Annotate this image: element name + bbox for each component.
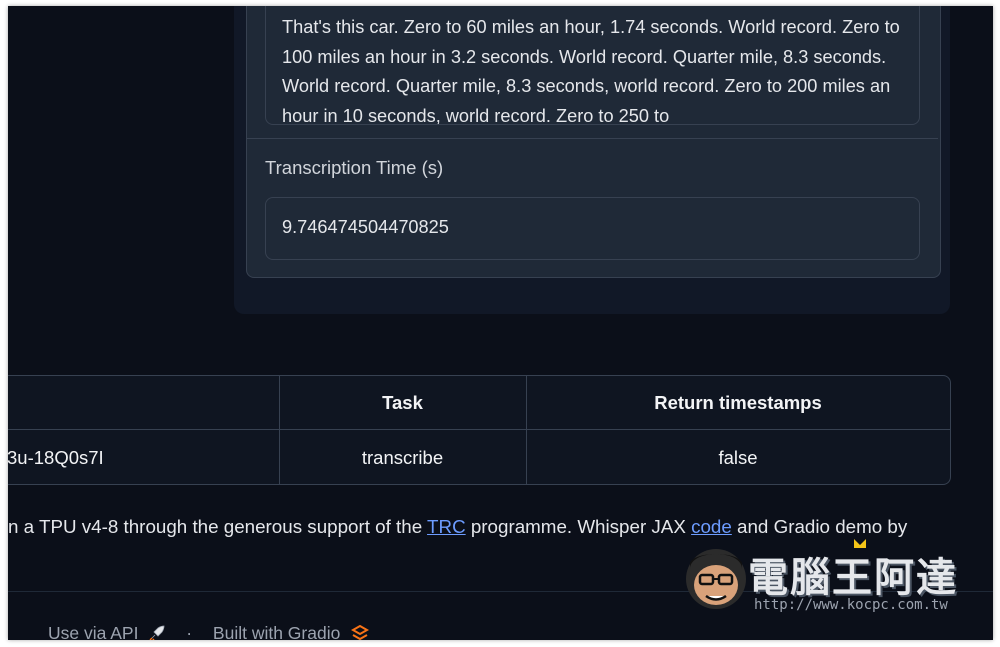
transcription-textbox[interactable]: That's this car. Zero to 60 miles an hou… (265, 6, 920, 125)
footer-text-middle: programme. Whisper JAX (465, 516, 692, 537)
examples-table: Task Return timestamps 3u-18Q0s7I transc… (8, 375, 951, 485)
watermark-title: 電腦王阿達 (748, 555, 958, 601)
output-divider (247, 138, 938, 139)
footer-text-start: n a TPU v4-8 through the generous suppor… (8, 516, 428, 537)
transcription-time-label: Transcription Time (s) (265, 157, 444, 178)
built-with-gradio-label: Built with Gradio (212, 623, 341, 640)
transcription-time-value: 9.746474504470825 (282, 217, 449, 237)
header-divider (8, 429, 950, 430)
cell-return-timestamps[interactable]: false (526, 447, 950, 469)
use-via-api-link[interactable]: Use via API (48, 623, 170, 640)
header-task: Task (382, 392, 423, 413)
transcription-time-field[interactable]: 9.746474504470825 (265, 197, 920, 260)
watermark-url: http://www.kocpc.com.tw (754, 597, 948, 613)
use-via-api-label: Use via API (48, 623, 139, 640)
header-return-timestamps: Return timestamps (654, 392, 822, 413)
page-content: That's this car. Zero to 60 miles an hou… (8, 6, 993, 640)
cell-task[interactable]: transcribe (279, 447, 526, 469)
transcription-text: That's this car. Zero to 60 miles an hou… (282, 17, 900, 125)
cell-url[interactable]: 3u-18Q0s7I (8, 447, 104, 469)
rocket-icon (143, 623, 170, 640)
gradio-logo-icon (345, 623, 370, 640)
site-watermark: 電腦王阿達 http://www.kocpc.com.tw (676, 533, 976, 619)
built-with-gradio-link[interactable]: Built with Gradio (212, 623, 370, 640)
trc-link[interactable]: TRC (427, 516, 466, 537)
footer-separator: · (186, 623, 193, 640)
app-window: That's this car. Zero to 60 miles an hou… (8, 6, 993, 640)
gradio-footer: Use via API · Built with Gradio (48, 623, 370, 640)
